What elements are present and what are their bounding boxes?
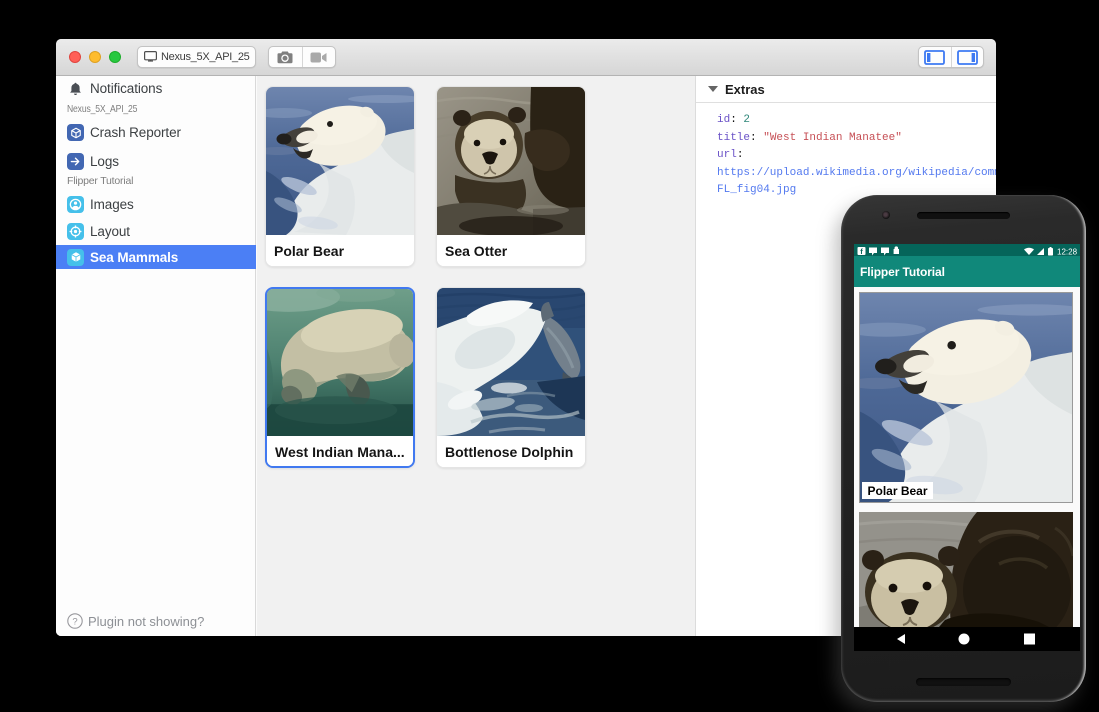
svg-text:12:28: 12:28 <box>1057 247 1078 256</box>
svg-text:?: ? <box>72 616 77 627</box>
